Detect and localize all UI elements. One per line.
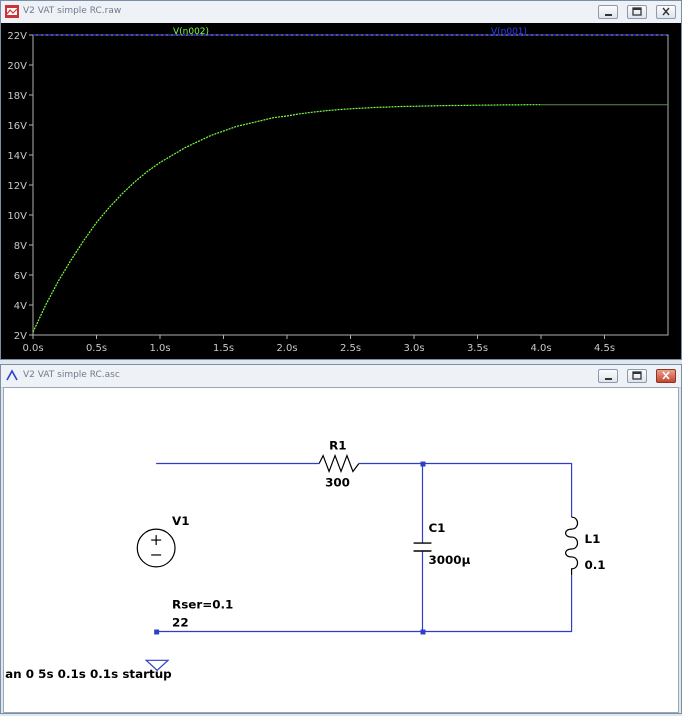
waveform-plot[interactable]: 2V 4V 6V 8V 10V 12V 14V 16V 18V 20V 22V 0.0s 0.5s 1.… [1,23,681,359]
y-tick-label: 4V [14,301,27,312]
r1-name: R1 [329,439,346,453]
node-bottom[interactable] [420,629,426,635]
x-tick-label: 1.5s [213,343,234,354]
minimize-icon [605,378,612,380]
restore-icon [632,371,642,380]
simulation-directive[interactable]: an 0 5s 0.1s 0.1s startup [5,667,172,681]
x-tick-label: 1.0s [149,343,170,354]
close-button[interactable] [656,369,676,383]
v1-rser: Rser=0.1 [172,598,233,612]
c1-value: 3000µ [428,553,470,567]
x-tick-label: 4.0s [530,343,551,354]
x-tick-label: 2.0s [276,343,297,354]
x-tick-label: 3.0s [403,343,424,354]
restore-icon [632,7,642,16]
minimize-button[interactable] [598,369,618,383]
x-tick-label: 0.5s [86,343,107,354]
close-icon [662,7,670,16]
minimize-button[interactable] [598,5,618,19]
y-tick-label: 6V [14,271,27,282]
y-tick-label: 20V [7,61,27,72]
y-tick-label: 2V [14,331,27,342]
v1-value: 22 [172,616,189,630]
y-tick-label: 22V [7,31,27,42]
y-tick-label: 10V [7,211,27,222]
node-v1-bottom[interactable] [154,629,160,635]
waveform-window[interactable]: V2 VAT simple RC.raw 2V 4V 6V 8V 10V 12V 14V 16… [0,0,682,360]
y-tick-label: 16V [7,121,27,132]
legend-entry-2[interactable]: V(n001) [491,27,527,37]
x-tick-label: 0.0s [22,343,43,354]
node-top[interactable] [420,461,426,467]
legend-entry-1[interactable]: V(n002) [173,27,209,37]
l1-name: L1 [584,532,600,546]
x-tick-label: 3.5s [467,343,488,354]
y-tick-label: 14V [7,151,27,162]
schematic-window-title: V2 VAT simple RC.asc [23,370,120,380]
schematic-background [5,388,677,712]
schematic-titlebar[interactable]: V2 VAT simple RC.asc [1,365,681,388]
schematic-canvas[interactable]: R1 300 C1 3000µ L1 0.1 V1 Rser=0.1 22 an [3,387,679,713]
schematic-window[interactable]: V2 VAT simple RC.asc R1 300 C1 3000µ L1 … [0,364,682,714]
v1-name: V1 [172,514,190,528]
y-tick-label: 8V [14,241,27,252]
waveform-titlebar[interactable]: V2 VAT simple RC.raw [1,1,681,24]
y-tick-label: 12V [7,181,27,192]
restore-button[interactable] [627,5,647,19]
restore-button[interactable] [627,369,647,383]
c1-name: C1 [428,521,445,535]
close-button[interactable] [656,5,676,19]
x-tick-label: 4.5s [594,343,615,354]
schematic-app-icon [6,369,18,381]
x-tick-label: 2.5s [340,343,361,354]
waveform-app-icon [5,5,19,18]
y-tick-label: 18V [7,91,27,102]
l1-value: 0.1 [584,558,605,572]
minimize-icon [605,14,612,16]
plot-background [1,23,681,359]
waveform-window-title: V2 VAT simple RC.raw [23,6,122,16]
r1-value: 300 [325,475,350,489]
close-icon [662,371,670,380]
